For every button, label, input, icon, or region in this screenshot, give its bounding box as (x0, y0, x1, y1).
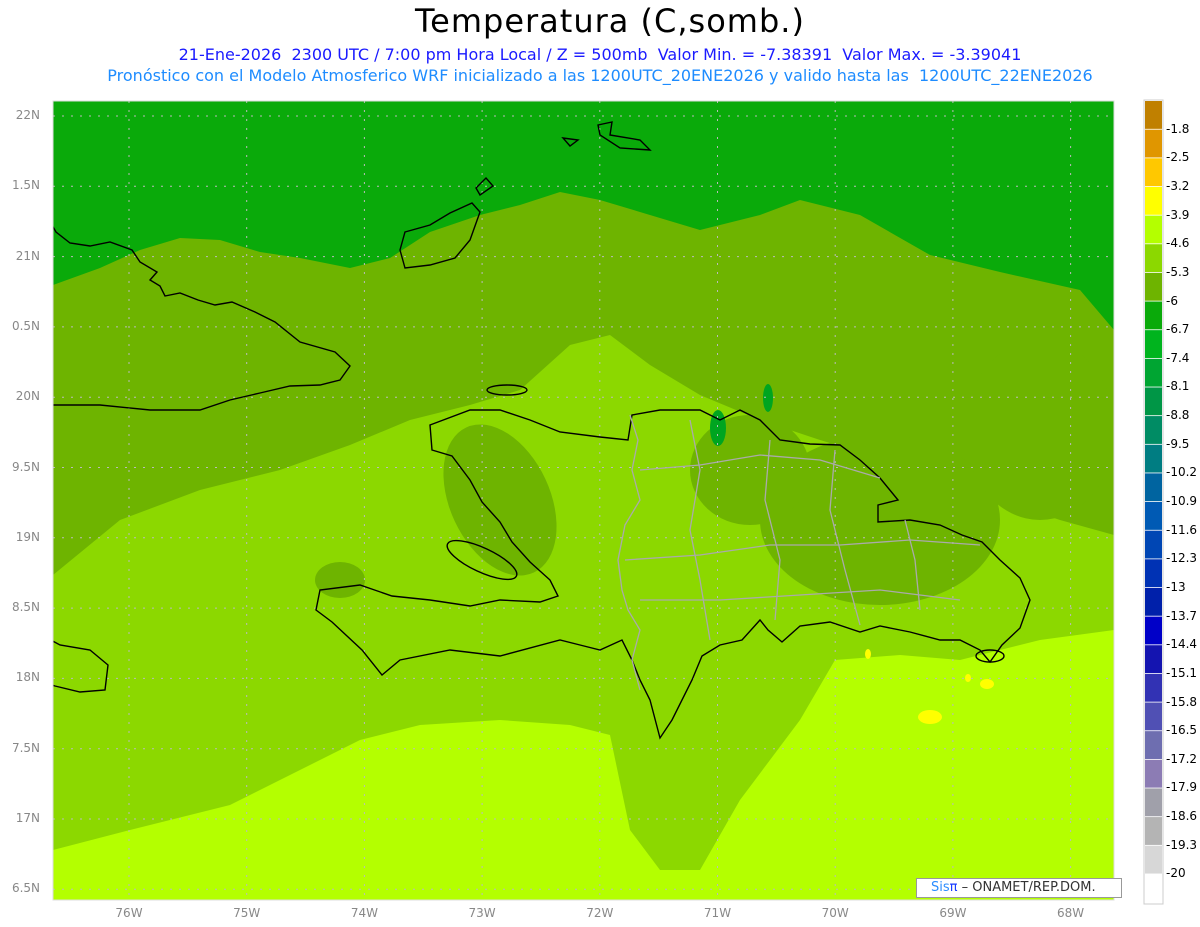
colorbar-label: -6.7 (1166, 322, 1190, 337)
lon-label: 71W (703, 906, 732, 920)
field-olive-patch (315, 562, 365, 598)
colorbar-label: -7.4 (1166, 350, 1190, 365)
lat-label: 0.5N (11, 318, 40, 333)
model-info-subtitle: Pronóstico con el Modelo Atmosferico WRF… (107, 66, 1093, 85)
lon-label: 70W (821, 906, 849, 920)
field-yellow-patch (865, 649, 871, 659)
colorbar-cell (1145, 129, 1162, 158)
colorbar-cell (1145, 244, 1162, 273)
colorbar-label: -1.8 (1166, 121, 1190, 136)
colorbar-label: -3.9 (1166, 207, 1190, 222)
temperature-field (53, 101, 1114, 900)
lat-label: 6.5N (11, 881, 40, 896)
lon-label: 75W (233, 906, 261, 920)
lat-label: 17N (15, 811, 40, 825)
colorbar-cell (1145, 874, 1162, 903)
colorbar-cell (1145, 215, 1162, 244)
lat-label: 9.5N (11, 459, 40, 474)
credit-org: – ONAMET/REP.DOM. (957, 880, 1096, 895)
colorbar-cell (1145, 101, 1162, 129)
lat-label: 7.5N (11, 740, 40, 755)
lon-label: 73W (468, 906, 496, 920)
colorbar-label: -10.2 (1166, 465, 1198, 480)
colorbar-label: -16.5 (1166, 723, 1198, 738)
colorbar-cell (1145, 272, 1162, 301)
colorbar-label: -8.8 (1166, 408, 1190, 423)
lon-label: 68W (1057, 906, 1085, 920)
colorbar-cell (1145, 530, 1162, 559)
colorbar-label: -9.5 (1166, 436, 1190, 451)
lat-label: 8.5N (11, 600, 40, 615)
lon-label: 74W (350, 906, 378, 920)
colorbar-cell (1145, 845, 1162, 874)
colorbar-label: -15.1 (1166, 665, 1198, 680)
sispi-logo-text: Sis (931, 880, 950, 895)
lon-label: 69W (939, 906, 967, 920)
colorbar-label: -15.8 (1166, 694, 1198, 709)
colorbar-label: -14.4 (1166, 637, 1198, 652)
colorbar-cell (1145, 502, 1162, 530)
lat-label: 20N (15, 389, 40, 404)
colorbar-cell (1145, 330, 1162, 358)
colorbar-cell (1145, 416, 1162, 444)
lon-label: 72W (586, 906, 614, 920)
lat-label: 21N (15, 248, 40, 263)
lat-label: 22N (15, 108, 40, 122)
colorbar-cell (1145, 387, 1162, 416)
colorbar-cell (1145, 645, 1162, 674)
colorbar-label: -4.6 (1166, 236, 1190, 251)
temperature-map (52, 99, 1164, 905)
valid-time-subtitle: 21-Ene-2026 2300 UTC / 7:00 pm Hora Loca… (178, 45, 1022, 64)
colorbar-cell (1145, 186, 1162, 215)
lat-label: 1.5N (11, 178, 40, 193)
colorbar-cell (1145, 616, 1162, 645)
field-yellow-patch (965, 674, 971, 682)
colorbar-cell (1145, 673, 1162, 702)
colorbar-cell (1145, 731, 1162, 759)
lat-label: 18N (15, 670, 40, 685)
colorbar-label: -20 (1166, 866, 1186, 881)
field-darker-green-patch (763, 384, 773, 412)
field-olive-patch (965, 340, 1114, 520)
colorbar-label: -6 (1166, 293, 1178, 308)
colorbar-cell (1145, 358, 1162, 387)
colorbar (1143, 99, 1164, 905)
colorbar-label: -13.7 (1166, 608, 1198, 623)
colorbar-label: -5.3 (1166, 264, 1190, 279)
colorbar-cell (1145, 559, 1162, 588)
colorbar-label: -18.6 (1166, 809, 1198, 824)
colorbar-cell (1145, 158, 1162, 187)
colorbar-label: -17.2 (1166, 751, 1198, 766)
colorbar-label: -2.5 (1166, 150, 1190, 165)
colorbar-label: -10.9 (1166, 494, 1198, 508)
field-yellow-patch (918, 710, 942, 724)
colorbar-label: -8.1 (1166, 379, 1190, 394)
colorbar-cell (1145, 587, 1162, 616)
colorbar-cell (1145, 444, 1162, 473)
colorbar-label: -13 (1166, 579, 1186, 594)
colorbar-cell (1145, 301, 1162, 330)
colorbar-cell (1145, 817, 1162, 845)
colorbar-cell (1145, 759, 1162, 788)
colorbar-label: -12.3 (1166, 551, 1198, 566)
lon-label: 76W (115, 906, 143, 920)
colorbar-cell (1145, 788, 1162, 817)
map-title: Temperatura (C,somb.) (415, 2, 805, 40)
colorbar-cell (1145, 702, 1162, 731)
lat-label: 19N (15, 529, 40, 544)
field-yellow-patch (980, 679, 994, 689)
field-darker-green-patch (710, 410, 726, 446)
colorbar-label: -17.9 (1166, 780, 1198, 795)
colorbar-label: -11.6 (1166, 522, 1198, 537)
field-olive-patch (690, 415, 810, 525)
colorbar-label: -19.3 (1166, 837, 1198, 852)
colorbar-cell (1145, 473, 1162, 502)
colorbar-label: -3.2 (1166, 178, 1190, 193)
credit-box: Sisπ – ONAMET/REP.DOM. (916, 878, 1122, 898)
